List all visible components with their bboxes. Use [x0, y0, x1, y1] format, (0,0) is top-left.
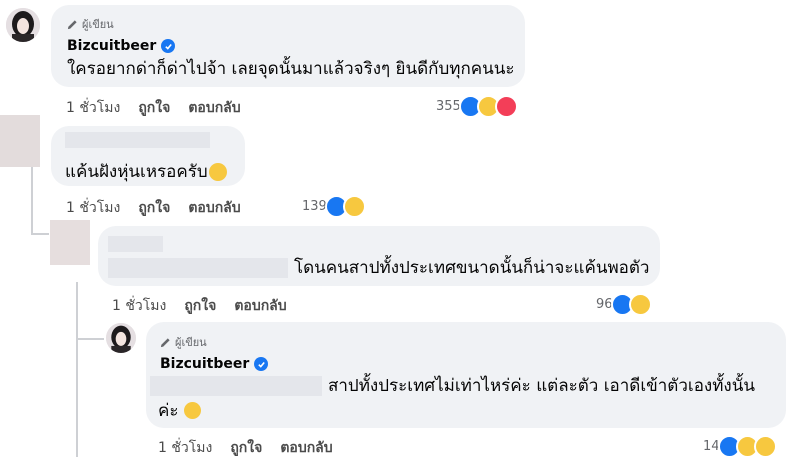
- like-button[interactable]: ถูกใจ: [230, 437, 262, 459]
- haha-icon: [628, 293, 652, 316]
- comment-text-continued: ค่ะ: [158, 401, 179, 421]
- comment-text: แค้นฝังหุ่นเหรอครับ: [65, 162, 208, 182]
- like-button[interactable]: ถูกใจ: [138, 97, 170, 119]
- avatar[interactable]: [0, 115, 40, 167]
- comment-author[interactable]: Bizcuitbeer: [160, 356, 269, 372]
- reply-button[interactable]: ตอบกลับ: [188, 197, 240, 219]
- comment-text: สาปทั้งประเทศไม่เท่าไหร่ค่ะ แต่ละตัว เอา…: [328, 376, 755, 396]
- comment-actions: 1 ชั่วโมง ถูกใจ ตอบกลับ: [66, 197, 241, 219]
- reply-button[interactable]: ตอบกลับ: [280, 437, 332, 459]
- comment-time[interactable]: 1 ชั่วโมง: [112, 295, 166, 317]
- reaction-summary[interactable]: 96: [596, 293, 652, 316]
- avatar-image: [106, 323, 136, 353]
- verified-badge-icon: [161, 39, 176, 53]
- like-button[interactable]: ถูกใจ: [184, 295, 216, 317]
- reaction-count: 139: [302, 199, 327, 214]
- thinking-emoji-icon: [209, 163, 227, 181]
- comment-actions: 1 ชั่วโมง ถูกใจ ตอบกลับ: [158, 437, 333, 459]
- avatar[interactable]: [50, 220, 90, 265]
- avatar[interactable]: [106, 323, 136, 353]
- comment-actions: 1 ชั่วโมง ถูกใจ ตอบกลับ: [112, 295, 287, 317]
- thread-line: [31, 233, 49, 235]
- reaction-summary[interactable]: 14: [703, 435, 777, 458]
- commenter-name[interactable]: [65, 132, 210, 148]
- comment-time[interactable]: 1 ชั่วโมง: [66, 97, 120, 119]
- mention-tag[interactable]: [150, 376, 322, 396]
- mention-tag[interactable]: [108, 258, 288, 278]
- reaction-summary[interactable]: 139: [302, 195, 366, 218]
- author-name[interactable]: Bizcuitbeer: [67, 38, 156, 54]
- reaction-summary[interactable]: 355: [436, 95, 518, 118]
- comment-time[interactable]: 1 ชั่วโมง: [158, 437, 212, 459]
- verified-badge-icon: [254, 357, 269, 371]
- comment-author[interactable]: Bizcuitbeer: [67, 38, 176, 54]
- avatar-image: [6, 8, 40, 42]
- pencil-icon: [67, 19, 77, 29]
- pencil-icon: [160, 337, 170, 347]
- thread-line: [76, 282, 78, 457]
- comment-text: โดนคนสาปทั้งประเทศขนาดนั้นก็น่าจะแค้นพอต…: [294, 258, 650, 278]
- commenter-name[interactable]: [108, 236, 163, 252]
- thread-line: [76, 338, 104, 340]
- reaction-count: 355: [436, 99, 461, 114]
- wow-icon: [753, 435, 777, 458]
- author-badge-label: ผู้เขียน: [175, 336, 207, 349]
- author-badge: ผู้เขียน: [160, 333, 207, 351]
- avatar[interactable]: [6, 8, 40, 42]
- reply-button[interactable]: ตอบกลับ: [188, 97, 240, 119]
- love-icon: [494, 95, 518, 118]
- author-badge-label: ผู้เขียน: [82, 18, 114, 31]
- author-name[interactable]: Bizcuitbeer: [160, 356, 249, 372]
- author-badge: ผู้เขียน: [67, 15, 114, 33]
- grinning-emoji-icon: [184, 402, 201, 419]
- comment-time[interactable]: 1 ชั่วโมง: [66, 197, 120, 219]
- haha-icon: [342, 195, 366, 218]
- comment-actions: 1 ชั่วโมง ถูกใจ ตอบกลับ: [66, 97, 241, 119]
- reply-button[interactable]: ตอบกลับ: [234, 295, 286, 317]
- like-button[interactable]: ถูกใจ: [138, 197, 170, 219]
- comment-text: ใครอยากด่าก็ด่าไปจ้า เลยจุดนั้นมาแล้วจริ…: [67, 59, 515, 79]
